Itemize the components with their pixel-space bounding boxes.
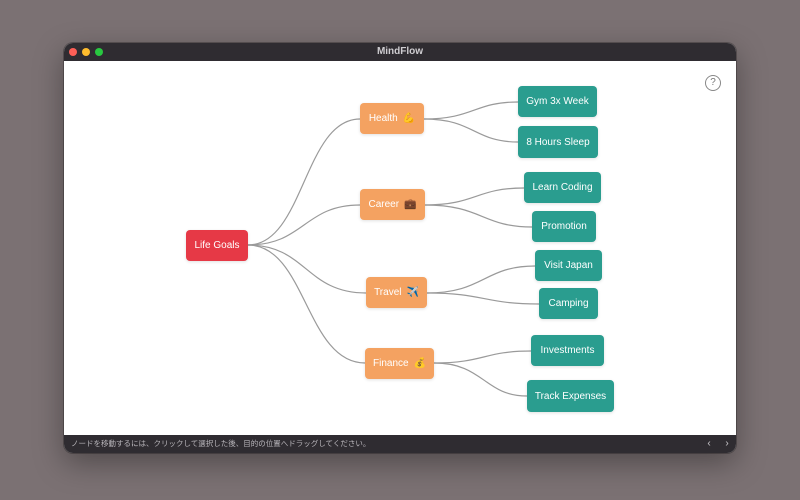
leaf-node-investments[interactable]: Investments	[531, 335, 604, 366]
leaf-node-coding[interactable]: Learn Coding	[524, 172, 601, 203]
leaf-node-japan[interactable]: Visit Japan	[535, 250, 602, 281]
branch-node-career[interactable]: Career 💼	[360, 189, 425, 220]
branch-node-label: Finance	[372, 358, 409, 369]
mindmap-canvas[interactable]: Life Goals Health 💪 Career 💼 Travel ✈️ F…	[64, 61, 736, 435]
money-bag-emoji-icon: 💰	[413, 358, 427, 369]
window-title: MindFlow	[376, 46, 424, 57]
leaf-node-camping[interactable]: Camping	[539, 288, 598, 319]
link-finance-expenses	[433, 362, 528, 397]
link-root-health	[247, 118, 361, 246]
link-health-sleep	[423, 118, 519, 143]
close-window-button[interactable]	[69, 48, 77, 56]
branch-node-travel[interactable]: Travel ✈️	[366, 277, 427, 308]
leaf-node-sleep[interactable]: 8 Hours Sleep	[518, 126, 598, 158]
app-window: MindFlow Life Goals Health 💪 Career 💼 Tr…	[64, 43, 736, 453]
leaf-node-expenses[interactable]: Track Expenses	[527, 380, 614, 412]
link-travel-japan	[426, 265, 536, 294]
airplane-emoji-icon: ✈️	[406, 287, 419, 298]
leaf-node-label: Camping	[548, 298, 589, 309]
title-bar: MindFlow	[64, 43, 736, 61]
leaf-node-promotion[interactable]: Promotion	[532, 211, 596, 242]
link-career-coding	[424, 187, 525, 206]
status-hint-text: ノードを移動するには、クリックして選択した後、目的の位置へドラッグしてください。	[71, 439, 371, 448]
link-finance-investments	[433, 350, 532, 364]
link-root-finance	[247, 244, 366, 364]
root-node-label: Life Goals	[194, 240, 240, 251]
root-node[interactable]: Life Goals	[186, 230, 248, 261]
chevron-left-icon[interactable]: ‹	[702, 435, 716, 453]
leaf-node-label: Promotion	[541, 221, 587, 232]
branch-node-health[interactable]: Health 💪	[360, 103, 424, 134]
leaf-node-label: Investments	[540, 345, 595, 356]
link-travel-camping	[426, 292, 540, 305]
help-icon[interactable]: ?	[705, 75, 721, 91]
leaf-node-label: Learn Coding	[532, 182, 593, 193]
muscle-emoji-icon: 💪	[402, 113, 416, 124]
link-root-travel	[247, 244, 367, 294]
branch-node-label: Career	[368, 199, 400, 210]
minimize-window-button[interactable]	[82, 48, 90, 56]
leaf-node-label: 8 Hours Sleep	[526, 136, 590, 148]
link-root-career	[247, 204, 361, 246]
link-health-gym	[423, 101, 519, 120]
link-career-promotion	[424, 204, 533, 228]
leaf-node-label: Track Expenses	[534, 390, 607, 402]
briefcase-emoji-icon: 💼	[404, 199, 417, 210]
maximize-window-button[interactable]	[95, 48, 103, 56]
chevron-right-icon[interactable]: ›	[720, 435, 734, 453]
branch-node-label: Travel	[374, 287, 402, 298]
leaf-node-label: Visit Japan	[544, 260, 593, 271]
status-bar: ノードを移動するには、クリックして選択した後、目的の位置へドラッグしてください。…	[64, 435, 736, 453]
leaf-node-gym[interactable]: Gym 3x Week	[518, 86, 597, 117]
branch-node-label: Health	[368, 113, 398, 124]
leaf-node-label: Gym 3x Week	[526, 96, 589, 107]
branch-node-finance[interactable]: Finance 💰	[365, 348, 434, 379]
